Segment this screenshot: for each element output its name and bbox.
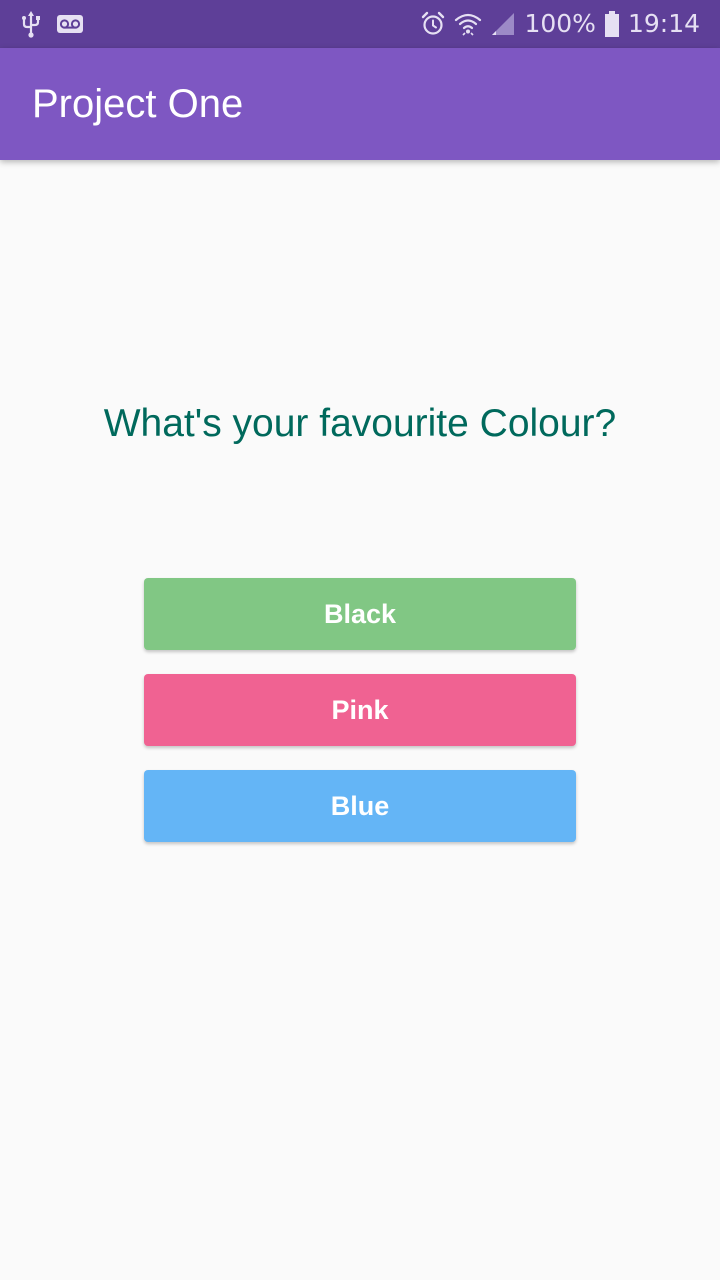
alarm-icon	[420, 11, 446, 37]
status-bar-left	[20, 10, 84, 38]
status-bar: 100% 19:14	[0, 0, 720, 48]
question-text: What's your favourite Colour?	[103, 402, 617, 445]
wifi-icon	[454, 11, 482, 37]
answer-button-black[interactable]: Black	[144, 578, 576, 650]
clock-time: 19:14	[627, 9, 700, 38]
voicemail-icon	[56, 13, 84, 35]
battery-icon	[604, 10, 620, 38]
usb-icon	[20, 10, 42, 38]
answer-button-blue[interactable]: Blue	[144, 770, 576, 842]
app-title: Project One	[32, 82, 244, 126]
signal-icon	[490, 11, 516, 37]
main-content: What's your favourite Colour? Black Pink…	[0, 160, 720, 1280]
battery-percentage: 100%	[524, 9, 596, 38]
answer-button-pink[interactable]: Pink	[144, 674, 576, 746]
app-bar: Project One	[0, 48, 720, 160]
status-bar-right: 100% 19:14	[420, 8, 700, 40]
